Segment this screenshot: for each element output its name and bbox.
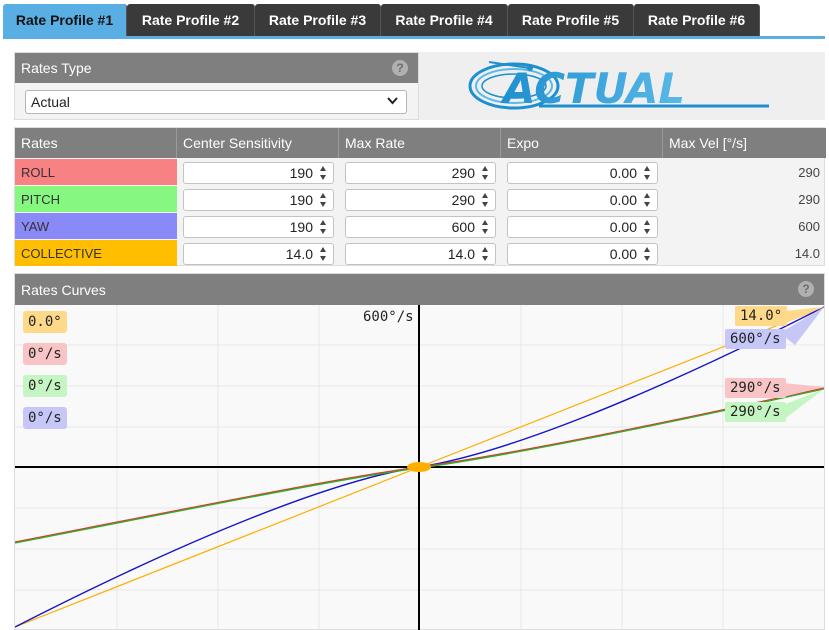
- col-max-rate: Max Rate: [339, 128, 501, 158]
- center-marker: [407, 462, 431, 472]
- roll-expo-input[interactable]: 0.00: [507, 162, 658, 184]
- yaw-center-input[interactable]: 190: [183, 216, 334, 238]
- tab-rate-profile-1[interactable]: Rate Profile #1: [3, 4, 127, 36]
- spinner-icon[interactable]: [318, 166, 328, 180]
- legend-pitch: 0°/s: [23, 375, 67, 397]
- collective-max-rate-input[interactable]: 14.0: [345, 243, 496, 265]
- rates-table: Rates Center Sensitivity Max Rate Expo M…: [14, 127, 826, 266]
- yaw-expo-input[interactable]: 0.00: [507, 216, 658, 238]
- rates-curves-panel: Rates Curves ? 600°/s 0.0° 0°/s 0°/s 0°/…: [14, 273, 825, 630]
- spinner-icon[interactable]: [642, 166, 652, 180]
- pitch-max-rate-input[interactable]: 290: [345, 189, 496, 211]
- yaw-max-vel: 600: [798, 218, 820, 234]
- collective-center-input[interactable]: 14.0: [183, 243, 334, 265]
- rates-curves-plot: 600°/s 0.0° 0°/s 0°/s 0°/s 14.0° 600°/s …: [15, 305, 824, 630]
- table-row: ROLL 190 290 0.00 290: [15, 159, 826, 185]
- end-label-collective: 14.0°: [735, 306, 788, 326]
- table-row: PITCH 190 290 0.00 290: [15, 186, 826, 212]
- rates-table-header: Rates Center Sensitivity Max Rate Expo M…: [15, 128, 826, 158]
- pitch-max-vel: 290: [798, 191, 820, 207]
- spinner-icon[interactable]: [642, 220, 652, 234]
- rates-type-value: Actual: [31, 94, 70, 110]
- pitch-center-input[interactable]: 190: [183, 189, 334, 211]
- end-label-pitch: 290°/s: [725, 402, 786, 422]
- spinner-icon[interactable]: [480, 220, 490, 234]
- tab-rate-profile-5[interactable]: Rate Profile #5: [508, 4, 634, 36]
- rates-type-panel: Rates Type ? Actual: [14, 52, 419, 120]
- y-max-label: 600°/s: [363, 309, 414, 325]
- spinner-icon[interactable]: [642, 247, 652, 261]
- roll-max-rate-input[interactable]: 290: [345, 162, 496, 184]
- rate-profile-tabs: Rate Profile #1 Rate Profile #2 Rate Pro…: [3, 4, 825, 39]
- tab-rate-profile-4[interactable]: Rate Profile #4: [381, 4, 508, 36]
- collective-expo-input[interactable]: 0.00: [507, 243, 658, 265]
- col-expo: Expo: [501, 128, 663, 158]
- table-row: COLLECTIVE 14.0 14.0 0.00 14.0: [15, 240, 826, 266]
- end-label-yaw: 600°/s: [725, 329, 786, 349]
- spinner-icon[interactable]: [318, 247, 328, 261]
- spinner-icon[interactable]: [480, 193, 490, 207]
- end-label-roll: 290°/s: [725, 378, 786, 398]
- col-center-sensitivity: Center Sensitivity: [177, 128, 339, 158]
- rates-type-select[interactable]: Actual: [25, 90, 407, 114]
- axis-label-collective: COLLECTIVE: [15, 240, 177, 266]
- table-row: YAW 190 600 0.00 600: [15, 213, 826, 239]
- spinner-icon[interactable]: [480, 247, 490, 261]
- col-rates: Rates: [15, 128, 177, 158]
- tab-rate-profile-6[interactable]: Rate Profile #6: [634, 4, 760, 36]
- legend-roll: 0°/s: [23, 343, 67, 365]
- legend-yaw: 0°/s: [23, 407, 67, 429]
- help-icon[interactable]: ?: [392, 60, 408, 76]
- tab-rate-profile-3[interactable]: Rate Profile #3: [255, 4, 381, 36]
- col-max-vel: Max Vel [°/s]: [669, 135, 747, 151]
- spinner-icon[interactable]: [642, 193, 652, 207]
- axis-label-roll: ROLL: [15, 159, 177, 185]
- rates-type-header: Rates Type ?: [15, 53, 418, 83]
- rates-curves-header: Rates Curves ?: [15, 274, 824, 305]
- spinner-icon[interactable]: [318, 220, 328, 234]
- rates-type-title: Rates Type: [21, 60, 92, 76]
- actual-logo: ACTUAL: [419, 52, 825, 120]
- collective-max-vel: 14.0: [794, 245, 820, 261]
- axis-label-yaw: YAW: [15, 213, 177, 239]
- spinner-icon[interactable]: [480, 166, 490, 180]
- spinner-icon[interactable]: [318, 193, 328, 207]
- rates-curves-title: Rates Curves: [21, 281, 106, 298]
- roll-max-vel: 290: [798, 164, 820, 180]
- axis-label-pitch: PITCH: [15, 186, 177, 212]
- roll-center-input[interactable]: 190: [183, 162, 334, 184]
- help-icon[interactable]: ?: [798, 281, 814, 297]
- tab-rate-profile-2[interactable]: Rate Profile #2: [127, 4, 255, 36]
- legend-collective: 0.0°: [23, 311, 67, 333]
- yaw-max-rate-input[interactable]: 600: [345, 216, 496, 238]
- pitch-expo-input[interactable]: 0.00: [507, 189, 658, 211]
- chevron-down-icon: [387, 94, 398, 108]
